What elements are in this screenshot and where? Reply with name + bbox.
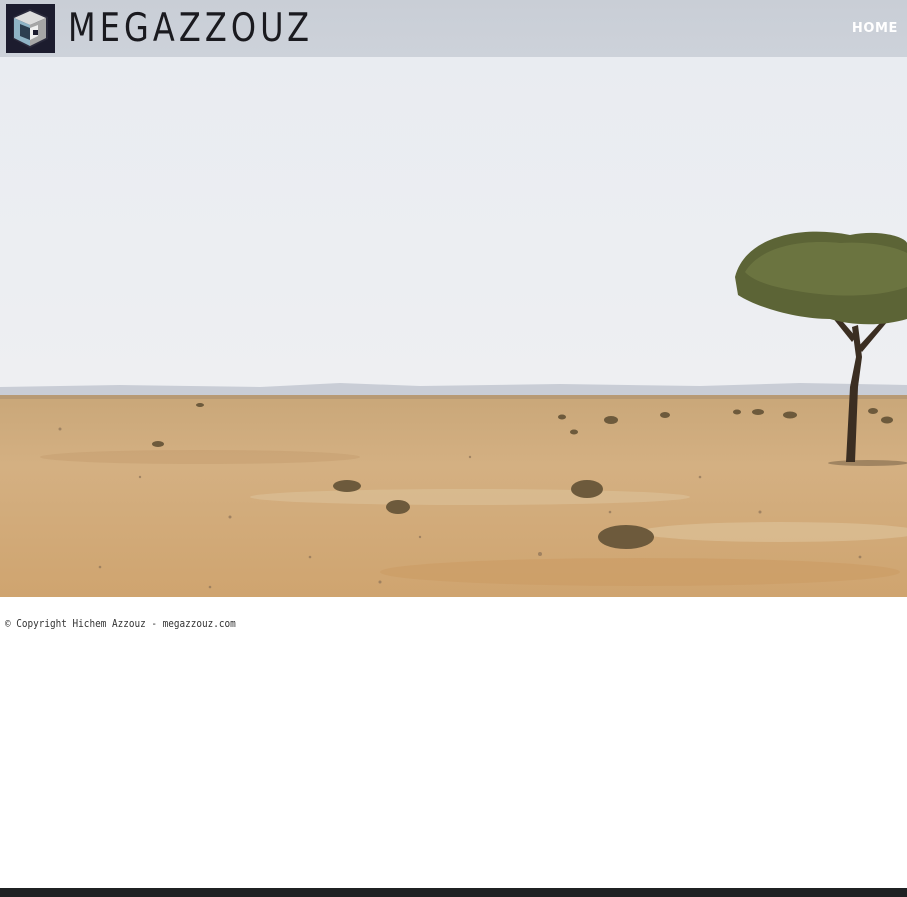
page: MEGAZZOUZ HOME © Copyright Hichem Azzouz… — [0, 0, 907, 897]
copyright-text: © Copyright Hichem Azzouz - megazzouz.co… — [5, 617, 236, 630]
site-title: MEGAZZOUZ — [68, 6, 314, 51]
site-header: MEGAZZOUZ HOME — [0, 0, 907, 57]
cube-logo-icon — [6, 4, 55, 53]
hero-image — [0, 57, 907, 597]
desert-landscape-image — [0, 57, 907, 597]
logo-link[interactable]: MEGAZZOUZ — [6, 4, 367, 53]
nav-home-link[interactable]: HOME — [852, 21, 898, 36]
main-nav: HOME — [852, 17, 898, 36]
footer-bar — [0, 888, 907, 897]
